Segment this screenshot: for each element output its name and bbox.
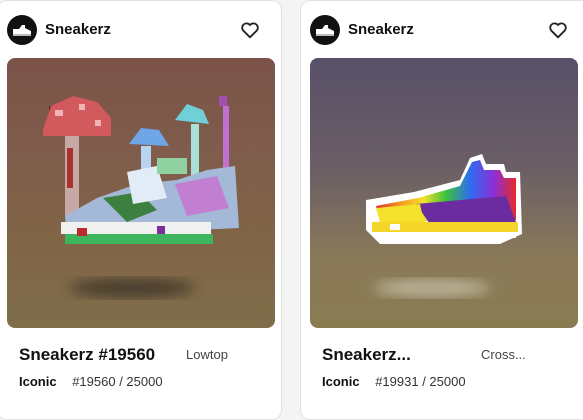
- nft-image[interactable]: [310, 58, 578, 328]
- sneaker-logo-icon[interactable]: [310, 15, 340, 45]
- rarity-label: Iconic: [19, 374, 57, 389]
- rarity-label: Iconic: [322, 374, 360, 389]
- nft-image[interactable]: [7, 58, 275, 328]
- sneaker-logo-icon[interactable]: [7, 15, 37, 45]
- nft-card[interactable]: Sneakerz: [0, 0, 282, 420]
- nft-title[interactable]: Sneakerz...: [322, 345, 411, 365]
- card-header: Sneakerz: [301, 13, 583, 47]
- nft-card[interactable]: Sneakerz: [300, 0, 583, 420]
- edition-number: #19931 / 25000: [375, 374, 466, 389]
- heart-outline-icon: [549, 22, 567, 39]
- favorite-button[interactable]: [239, 19, 261, 41]
- pixel-art-rainbow-sneaker: [366, 154, 522, 297]
- card-header: Sneakerz: [0, 13, 281, 47]
- trait-label: Lowtop: [186, 347, 228, 362]
- favorite-button[interactable]: [547, 19, 569, 41]
- nft-meta: Iconic #19560 / 25000: [19, 374, 163, 389]
- nft-title[interactable]: Sneakerz #19560: [19, 345, 155, 365]
- collection-name[interactable]: Sneakerz: [348, 21, 414, 38]
- pixel-art-mushroom-sneaker: [43, 96, 239, 298]
- trait-label: Cross...: [481, 347, 526, 362]
- nft-meta: Iconic #19931 / 25000: [322, 374, 466, 389]
- heart-outline-icon: [241, 22, 259, 39]
- edition-number: #19560 / 25000: [72, 374, 163, 389]
- collection-name[interactable]: Sneakerz: [45, 21, 111, 38]
